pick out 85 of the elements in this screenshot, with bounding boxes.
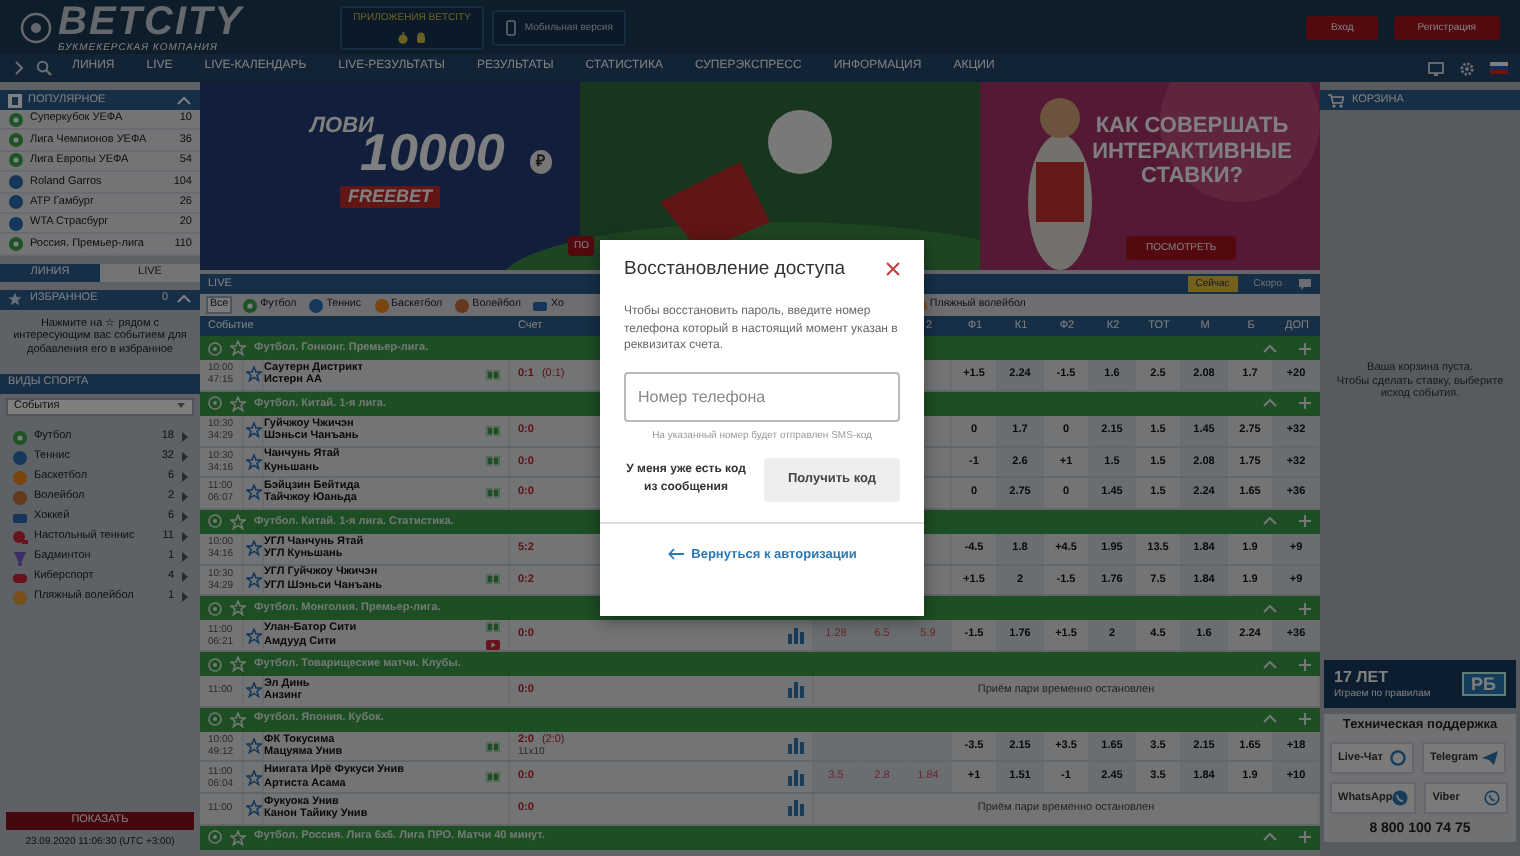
ball-icon bbox=[373, 297, 390, 313]
field-icon[interactable] bbox=[486, 772, 500, 783]
collapse-icon[interactable] bbox=[1262, 830, 1278, 845]
star-icon[interactable] bbox=[245, 366, 261, 383]
field-icon[interactable] bbox=[486, 574, 500, 585]
add-icon[interactable] bbox=[1298, 657, 1312, 671]
collapse-icon[interactable] bbox=[1262, 712, 1278, 727]
cart-icon bbox=[1328, 93, 1344, 107]
field-icon[interactable] bbox=[486, 621, 500, 632]
ball-icon bbox=[454, 297, 471, 313]
field-icon[interactable] bbox=[486, 369, 500, 380]
stats-icon[interactable] bbox=[788, 682, 804, 699]
star-icon[interactable] bbox=[245, 682, 261, 699]
star-icon[interactable] bbox=[245, 453, 261, 470]
close-icon[interactable] bbox=[886, 262, 900, 277]
expand-icon[interactable] bbox=[208, 396, 222, 411]
add-icon[interactable] bbox=[1298, 514, 1312, 529]
star-icon[interactable] bbox=[245, 800, 261, 817]
video-icon[interactable] bbox=[486, 639, 500, 650]
chat-icon[interactable] bbox=[1298, 278, 1312, 290]
caret-icon bbox=[176, 402, 186, 411]
banner-tag: FREEBET bbox=[340, 186, 441, 208]
add-icon[interactable] bbox=[1298, 601, 1312, 616]
flag-icon[interactable] bbox=[1490, 62, 1508, 74]
ball-icon bbox=[308, 297, 325, 313]
expand-icon[interactable] bbox=[208, 830, 222, 845]
add-icon[interactable] bbox=[1298, 830, 1312, 845]
chevron-icon[interactable] bbox=[12, 60, 24, 76]
stats-icon[interactable] bbox=[788, 627, 804, 644]
ball-logo-icon bbox=[20, 11, 52, 43]
phone-bubble-icon bbox=[1392, 789, 1409, 806]
chat-icon bbox=[1390, 749, 1406, 766]
apple-icon[interactable] bbox=[397, 31, 408, 43]
paper-plane-icon bbox=[1482, 749, 1498, 766]
field-icon[interactable] bbox=[486, 741, 500, 752]
collapse-icon[interactable] bbox=[1262, 396, 1278, 411]
dialog-title: Восстановление доступа bbox=[624, 258, 846, 281]
age-title: 17 ЛЕТ bbox=[1334, 668, 1390, 688]
caret-icon[interactable] bbox=[176, 292, 192, 307]
phone-bubble-icon bbox=[1484, 789, 1501, 806]
puck-icon bbox=[532, 297, 549, 313]
collapse-icon[interactable] bbox=[1262, 657, 1278, 671]
puck-icon bbox=[12, 509, 28, 526]
logo[interactable]: BETCITY bbox=[58, 1, 244, 41]
expand-icon[interactable] bbox=[208, 657, 222, 671]
star-icon[interactable] bbox=[245, 540, 261, 557]
android-icon[interactable] bbox=[415, 31, 426, 43]
star-icon[interactable] bbox=[245, 627, 261, 644]
field-icon[interactable] bbox=[486, 456, 500, 467]
shuttlecock-icon bbox=[12, 549, 28, 566]
ball-icon bbox=[12, 589, 28, 606]
star-icon[interactable] bbox=[245, 484, 261, 501]
ball-icon bbox=[242, 297, 259, 313]
expand-icon[interactable] bbox=[208, 341, 222, 356]
star-icon[interactable] bbox=[245, 769, 261, 786]
collapse-icon[interactable] bbox=[1262, 514, 1278, 529]
star-icon[interactable] bbox=[245, 422, 261, 439]
gamepad-icon bbox=[12, 569, 28, 586]
expand-icon[interactable] bbox=[208, 514, 222, 529]
add-icon[interactable] bbox=[1298, 396, 1312, 411]
star-icon[interactable] bbox=[245, 571, 261, 588]
caret-icon[interactable] bbox=[176, 93, 192, 107]
add-icon[interactable] bbox=[1298, 341, 1312, 356]
collapse-icon[interactable] bbox=[1262, 601, 1278, 616]
star-icon[interactable] bbox=[245, 738, 261, 755]
expand-icon[interactable] bbox=[208, 601, 222, 616]
arrow-left-icon bbox=[667, 548, 684, 561]
add-icon[interactable] bbox=[1298, 712, 1312, 727]
banner-text: ЛОВИ bbox=[310, 114, 374, 138]
field-icon[interactable] bbox=[486, 425, 500, 436]
monitor-icon[interactable] bbox=[1428, 61, 1444, 75]
rating-badge: РБ bbox=[1461, 671, 1506, 697]
phone-input[interactable]: Номер телефона bbox=[624, 371, 900, 422]
collapse-icon[interactable] bbox=[1262, 341, 1278, 356]
settings-icon[interactable] bbox=[1460, 61, 1474, 75]
field-icon[interactable] bbox=[486, 487, 500, 498]
stats-icon[interactable] bbox=[788, 738, 804, 755]
banner-headline: КАК СОВЕРШАТЬ ИНТЕРАКТИВНЫЕ СТАВКИ? bbox=[1090, 114, 1294, 190]
stats-icon[interactable] bbox=[788, 769, 804, 786]
stats-icon[interactable] bbox=[788, 800, 804, 817]
paddle-icon bbox=[12, 529, 28, 546]
search-icon[interactable] bbox=[36, 60, 52, 76]
phone-icon bbox=[506, 19, 517, 35]
expand-icon[interactable] bbox=[208, 712, 222, 727]
star-icon bbox=[8, 292, 22, 307]
